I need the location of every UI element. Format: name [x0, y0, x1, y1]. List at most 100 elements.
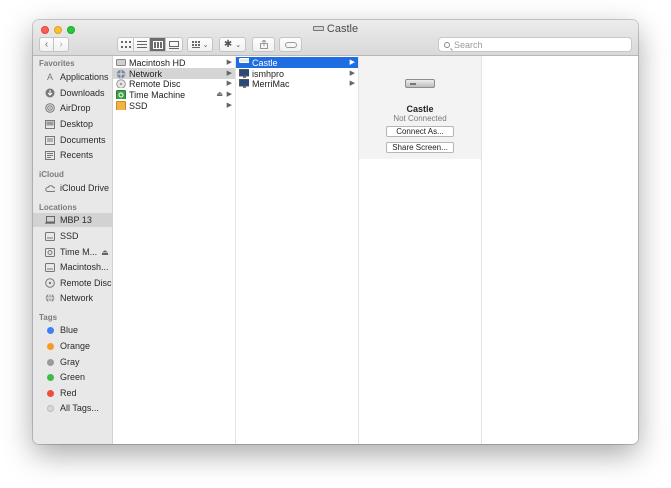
sidebar-item-label: Orange — [60, 341, 91, 351]
back-forward-control: ‹ › — [39, 37, 69, 52]
sidebar: Favorites A Applications Downloads AirDr… — [33, 56, 113, 444]
list-item-castle[interactable]: Castle ▶ — [236, 57, 358, 68]
sidebar-item-time-machine[interactable]: Time M... ⏏ — [33, 245, 113, 259]
sidebar-item-label: Desktop — [60, 119, 94, 129]
sidebar-item-label: Documents — [60, 135, 106, 145]
sidebar-item-macintosh-hd[interactable]: Macintosh... — [33, 260, 113, 274]
share-button[interactable] — [252, 37, 275, 52]
disclosure-arrow-icon: ▶ — [349, 80, 355, 87]
disclosure-arrow-icon: ▶ — [226, 80, 232, 87]
external-disk-icon — [116, 101, 126, 110]
item-label: Macintosh HD — [129, 57, 186, 68]
list-view-button[interactable] — [134, 38, 150, 51]
all-tags-icon — [45, 403, 55, 413]
item-label: Time Machine — [129, 89, 186, 100]
grid-icon — [120, 40, 131, 48]
gallery-icon — [169, 40, 179, 49]
tag-dot-icon — [45, 341, 55, 351]
eject-icon[interactable]: ⏏ — [216, 90, 223, 98]
chevron-left-icon: ‹ — [44, 38, 49, 50]
chevron-down-icon: ⌄ — [202, 41, 209, 49]
share-screen-button[interactable]: Share Screen... — [386, 142, 454, 153]
downloads-icon — [45, 88, 55, 98]
remote-disc-icon — [116, 79, 126, 88]
group-icon — [191, 40, 200, 48]
sidebar-item-desktop[interactable]: Desktop — [33, 117, 113, 131]
browser-column-1: Macintosh HD ▶ Network ▶ Remote Disc ▶ T… — [113, 56, 236, 444]
finder-window: Castle ‹ › ⌄ ✱ ⌄ Search Favorites A Appl… — [33, 20, 638, 444]
item-label: MerriMac — [252, 78, 290, 89]
edit-tags-button[interactable] — [279, 37, 302, 52]
sidebar-item-airdrop[interactable]: AirDrop — [33, 101, 113, 115]
disclosure-arrow-icon: ▶ — [226, 102, 232, 109]
list-item-macintosh-hd[interactable]: Macintosh HD ▶ — [113, 57, 235, 68]
sidebar-item-documents[interactable]: Documents — [33, 133, 113, 147]
chevron-down-icon: ⌄ — [235, 41, 242, 49]
sidebar-item-network[interactable]: Network — [33, 291, 113, 305]
disclosure-arrow-icon: ▶ — [349, 59, 355, 66]
documents-icon — [45, 135, 55, 145]
sidebar-tag-all-tags[interactable]: All Tags... — [33, 401, 113, 415]
sidebar-item-mbp13[interactable]: MBP 13 — [33, 213, 113, 227]
item-label: Network — [129, 68, 163, 79]
gear-icon: ✱ — [223, 39, 233, 50]
sidebar-item-downloads[interactable]: Downloads — [33, 86, 113, 100]
action-button[interactable]: ✱ ⌄ — [219, 37, 246, 52]
gallery-view-button[interactable] — [166, 38, 182, 51]
forward-button[interactable]: › — [54, 38, 68, 51]
sidebar-item-recents[interactable]: Recents — [33, 148, 113, 162]
tag-dot-icon — [45, 372, 55, 382]
tags-header: Tags — [39, 313, 58, 322]
display-icon — [239, 69, 249, 78]
titlebar: Castle ‹ › ⌄ ✱ ⌄ Search — [33, 20, 638, 56]
sidebar-tag-red[interactable]: Red — [33, 386, 113, 400]
locations-header: Locations — [39, 203, 77, 212]
group-button[interactable]: ⌄ — [187, 37, 213, 52]
tag-dot-icon — [45, 388, 55, 398]
sidebar-item-label: Macintosh... — [60, 262, 109, 272]
sidebar-item-label: Time M... — [60, 247, 98, 257]
column-view-button[interactable] — [150, 38, 166, 51]
airdrop-icon — [45, 103, 55, 113]
columns-icon — [152, 40, 163, 49]
disk-icon — [45, 231, 55, 241]
sidebar-item-label: Green — [60, 372, 86, 382]
list-item-ssd[interactable]: SSD ▶ — [113, 100, 235, 111]
list-item-time-machine[interactable]: Time Machine ⏏ ▶ — [113, 89, 235, 100]
search-field[interactable]: Search — [438, 37, 632, 52]
display-icon — [239, 79, 249, 88]
sidebar-item-icloud-drive[interactable]: iCloud Drive — [33, 181, 113, 195]
laptop-icon — [45, 215, 55, 225]
sidebar-item-label: Blue — [60, 325, 79, 335]
sidebar-item-label: Recents — [60, 150, 94, 160]
sidebar-item-applications[interactable]: A Applications — [33, 70, 113, 84]
sidebar-item-remote-disc[interactable]: Remote Disc — [33, 276, 113, 290]
tag-dot-icon — [45, 325, 55, 335]
sidebar-item-label: Remote Disc — [60, 278, 112, 288]
sidebar-tag-green[interactable]: Green — [33, 370, 113, 384]
list-item-merrimac[interactable]: MerriMac ▶ — [236, 78, 358, 89]
sidebar-item-label: SSD — [60, 231, 79, 241]
search-placeholder: Search — [454, 39, 483, 50]
disclosure-arrow-icon: ▶ — [226, 70, 232, 77]
disk-icon — [45, 262, 55, 272]
favorites-header: Favorites — [39, 59, 75, 68]
list-item-remote-disc[interactable]: Remote Disc ▶ — [113, 78, 235, 89]
sidebar-tag-orange[interactable]: Orange — [33, 339, 113, 353]
tag-dot-icon — [45, 357, 55, 367]
sidebar-tag-gray[interactable]: Gray — [33, 355, 113, 369]
sidebar-tag-blue[interactable]: Blue — [33, 323, 113, 337]
browser-column-4 — [482, 56, 638, 444]
desktop-icon — [45, 119, 55, 129]
back-button[interactable]: ‹ — [40, 38, 55, 51]
window-title: Castle — [33, 23, 638, 35]
globe-icon — [116, 69, 126, 78]
window-title-text: Castle — [326, 23, 359, 35]
icon-view-button[interactable] — [118, 38, 134, 51]
connect-as-button[interactable]: Connect As... — [386, 126, 454, 137]
sidebar-item-ssd[interactable]: SSD — [33, 229, 113, 243]
time-machine-disk-icon — [116, 90, 126, 99]
remote-disc-icon — [45, 278, 55, 288]
eject-icon[interactable]: ⏏ — [101, 248, 109, 257]
sidebar-item-label: All Tags... — [60, 403, 99, 413]
